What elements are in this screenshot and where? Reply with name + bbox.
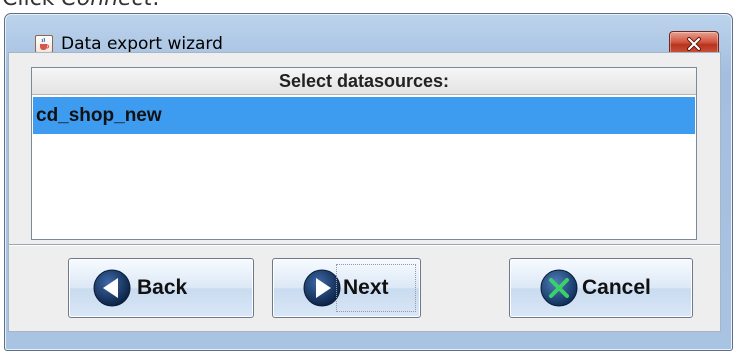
cancel-x-icon xyxy=(540,269,578,307)
arrow-left-icon xyxy=(93,269,131,307)
title-bar[interactable]: Data export wizard xyxy=(5,14,732,56)
instruction-caption: Click Connect. xyxy=(2,0,159,11)
arrow-right-icon xyxy=(303,269,341,307)
caption-suffix: . xyxy=(152,0,159,11)
next-label: Next xyxy=(343,276,389,299)
datasource-list[interactable]: Select datasources: cd_shop_new xyxy=(31,67,697,240)
back-label: Back xyxy=(137,276,188,299)
list-header: Select datasources: xyxy=(32,68,696,95)
cancel-label: Cancel xyxy=(582,276,651,299)
window-title: Data export wizard xyxy=(61,34,223,54)
caption-prefix: Click xyxy=(2,0,61,11)
divider xyxy=(9,244,720,246)
java-cup-icon xyxy=(35,35,53,53)
next-button[interactable]: Next xyxy=(272,258,421,318)
caption-emphasis: Connect xyxy=(61,0,152,11)
cancel-button[interactable]: Cancel xyxy=(509,258,693,318)
close-icon xyxy=(687,36,701,51)
list-item-selected[interactable]: cd_shop_new xyxy=(33,97,695,134)
back-button[interactable]: Back xyxy=(68,258,254,318)
